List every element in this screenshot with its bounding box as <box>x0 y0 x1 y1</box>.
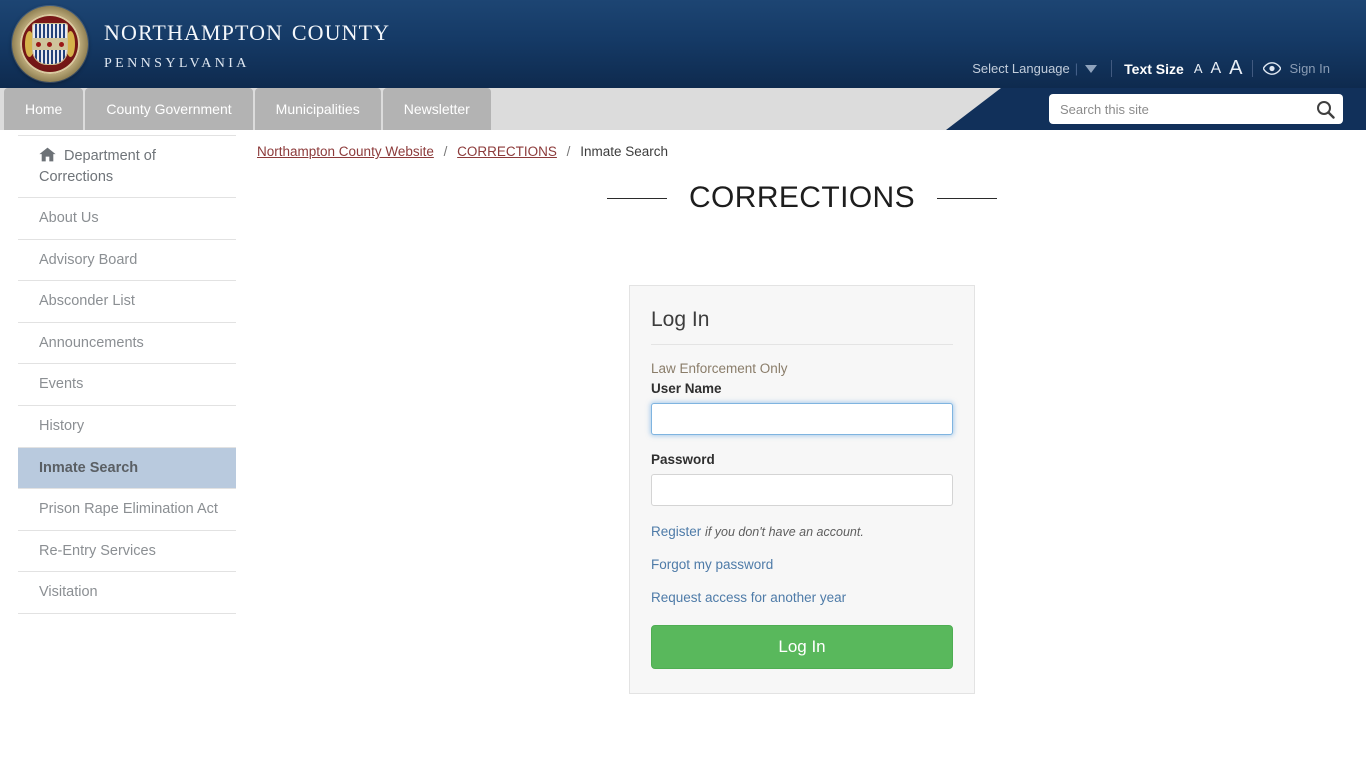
sidebar-item-label: Announcements <box>39 334 144 351</box>
search-icon <box>1316 100 1335 119</box>
text-size-small-button[interactable]: A <box>1194 61 1203 76</box>
divider <box>1251 60 1253 77</box>
register-link[interactable]: Register <box>651 524 701 539</box>
sidebar-item-department-of-corrections[interactable]: Department of Corrections <box>18 136 236 199</box>
password-input[interactable] <box>651 474 953 506</box>
sidebar-item-label: Absconder List <box>39 293 135 310</box>
page-title: CORRECTIONS <box>688 181 916 214</box>
chevron-down-icon[interactable] <box>1085 64 1098 73</box>
breadcrumb: Northampton County Website / CORRECTIONS… <box>257 130 1366 159</box>
login-submit-button[interactable]: Log In <box>651 625 953 669</box>
breadcrumb-separator: / <box>566 144 571 159</box>
sidebar-item-label: History <box>39 418 85 435</box>
eye-icon[interactable] <box>1262 62 1281 75</box>
main-content: Northampton County Website / CORRECTIONS… <box>236 130 1366 694</box>
header-tools: Select Language | Text Size A A A Sign I… <box>972 57 1330 80</box>
main-navigation: Home County Government Municipalities Ne… <box>0 88 1366 130</box>
brand-text: Northampton County Pennsylvania <box>104 14 390 75</box>
login-panel: Log In Law Enforcement Only User Name Pa… <box>629 285 975 694</box>
sidebar-item-label: Department of Corrections <box>39 148 156 185</box>
login-heading: Log In <box>651 308 710 331</box>
sidebar-item-events[interactable]: Events <box>18 364 236 407</box>
site-header: Northampton County Pennsylvania Select L… <box>0 0 1366 88</box>
text-size-large-button[interactable]: A <box>1229 57 1242 80</box>
nav-tab-label: Newsletter <box>403 101 470 117</box>
county-seal-icon <box>12 6 88 82</box>
nav-tab-municipalities[interactable]: Municipalities <box>254 88 381 130</box>
text-size-label: Text Size <box>1124 60 1184 77</box>
site-search[interactable] <box>1050 95 1342 123</box>
brand-subtitle: Pennsylvania <box>104 49 250 72</box>
select-language-label[interactable]: Select Language <box>972 61 1070 76</box>
nav-tab-label: Municipalities <box>275 101 360 117</box>
text-size-medium-button[interactable]: A <box>1211 60 1222 78</box>
nav-tab-label: Home <box>25 101 63 117</box>
sidebar-item-label: Re-Entry Services <box>39 542 156 559</box>
title-rule-right <box>937 197 998 199</box>
sidebar-item-label: Events <box>39 376 84 393</box>
forgot-password-link[interactable]: Forgot my password <box>651 557 773 572</box>
request-access-link[interactable]: Request access for another year <box>651 590 846 605</box>
law-enforcement-notice: Law Enforcement Only <box>651 361 788 376</box>
breadcrumb-separator: / <box>443 144 448 159</box>
sidebar-item-re-entry-services[interactable]: Re-Entry Services <box>18 530 236 573</box>
nav-tab-label: County Government <box>106 101 232 117</box>
breadcrumb-current: Inmate Search <box>580 144 668 159</box>
breadcrumb-link-home[interactable]: Northampton County Website <box>257 144 434 159</box>
nav-tab-newsletter[interactable]: Newsletter <box>382 88 491 130</box>
sidebar-item-absconder-list[interactable]: Absconder List <box>18 281 236 323</box>
sidebar-item-label: Visitation <box>39 584 98 601</box>
sidebar-item-label: About Us <box>39 210 99 227</box>
divider <box>651 344 953 345</box>
username-label: User Name <box>651 381 722 396</box>
sidebar-item-label: Advisory Board <box>39 251 138 268</box>
register-row: Register if you don't have an account. <box>651 524 953 539</box>
sidebar-item-advisory-board[interactable]: Advisory Board <box>18 239 236 282</box>
sidebar-item-prison-rape-elimination-act[interactable]: Prison Rape Elimination Act <box>18 489 236 531</box>
search-input[interactable] <box>1050 96 1308 122</box>
sidebar-item-about-us[interactable]: About Us <box>18 198 236 240</box>
sidebar-item-history[interactable]: History <box>18 406 236 448</box>
nav-tab-county-government[interactable]: County Government <box>85 88 253 130</box>
brand-title: Northampton County <box>104 11 391 47</box>
login-panel-area: Log In Law Enforcement Only User Name Pa… <box>257 285 1347 694</box>
sign-in-link[interactable]: Sign In <box>1290 61 1330 76</box>
sidebar-item-label: Inmate Search <box>39 459 139 476</box>
sidebar-item-visitation[interactable]: Visitation <box>18 572 236 614</box>
search-button[interactable] <box>1308 95 1342 123</box>
request-access-row: Request access for another year <box>651 590 953 605</box>
breadcrumb-link-corrections[interactable]: CORRECTIONS <box>457 144 557 159</box>
register-hint: if you don't have an account. <box>705 525 864 539</box>
sidebar-item-announcements[interactable]: Announcements <box>18 322 236 365</box>
sidebar-menu: Department of Corrections About Us Advis… <box>18 135 236 694</box>
password-label: Password <box>651 452 715 467</box>
sidebar-item-label: Prison Rape Elimination Act <box>39 501 218 518</box>
forgot-password-row: Forgot my password <box>651 557 953 572</box>
home-icon <box>39 147 56 162</box>
sidebar-item-inmate-search[interactable]: Inmate Search <box>18 447 236 490</box>
pipe-divider: | <box>1074 61 1079 76</box>
site-brand[interactable]: Northampton County Pennsylvania <box>12 6 390 82</box>
username-input[interactable] <box>651 403 953 435</box>
divider <box>1111 60 1113 77</box>
page-body: Department of Corrections About Us Advis… <box>0 130 1366 694</box>
page-title-row: CORRECTIONS <box>257 181 1347 215</box>
title-rule-left <box>606 197 667 199</box>
nav-tab-home[interactable]: Home <box>4 88 84 130</box>
